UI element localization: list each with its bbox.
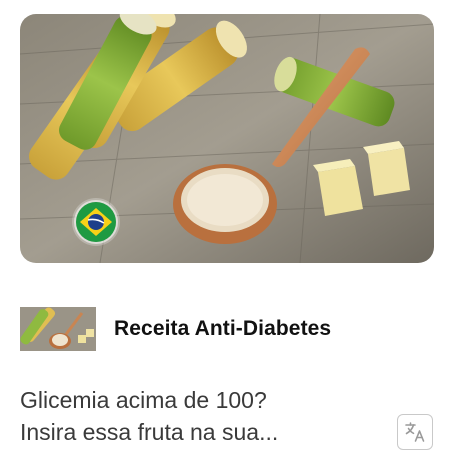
advertiser-name: Receita Anti-Diabetes xyxy=(114,317,332,340)
advertiser-row[interactable]: Receita Anti-Diabetes xyxy=(20,307,434,351)
ad-card[interactable]: Receita Anti-Diabetes Glicemia acima de … xyxy=(0,0,452,470)
brazil-flag-icon xyxy=(72,198,120,246)
translate-button[interactable] xyxy=(397,414,433,450)
advertiser-thumbnail xyxy=(20,307,96,351)
translate-icon xyxy=(405,422,425,442)
ad-headline[interactable]: Glicemia acima de 100? Insira essa fruta… xyxy=(20,384,380,448)
headline-line-2: Insira essa fruta na sua... xyxy=(20,419,279,445)
ad-image[interactable] xyxy=(20,14,434,263)
headline-line-1: Glicemia acima de 100? xyxy=(20,387,267,413)
